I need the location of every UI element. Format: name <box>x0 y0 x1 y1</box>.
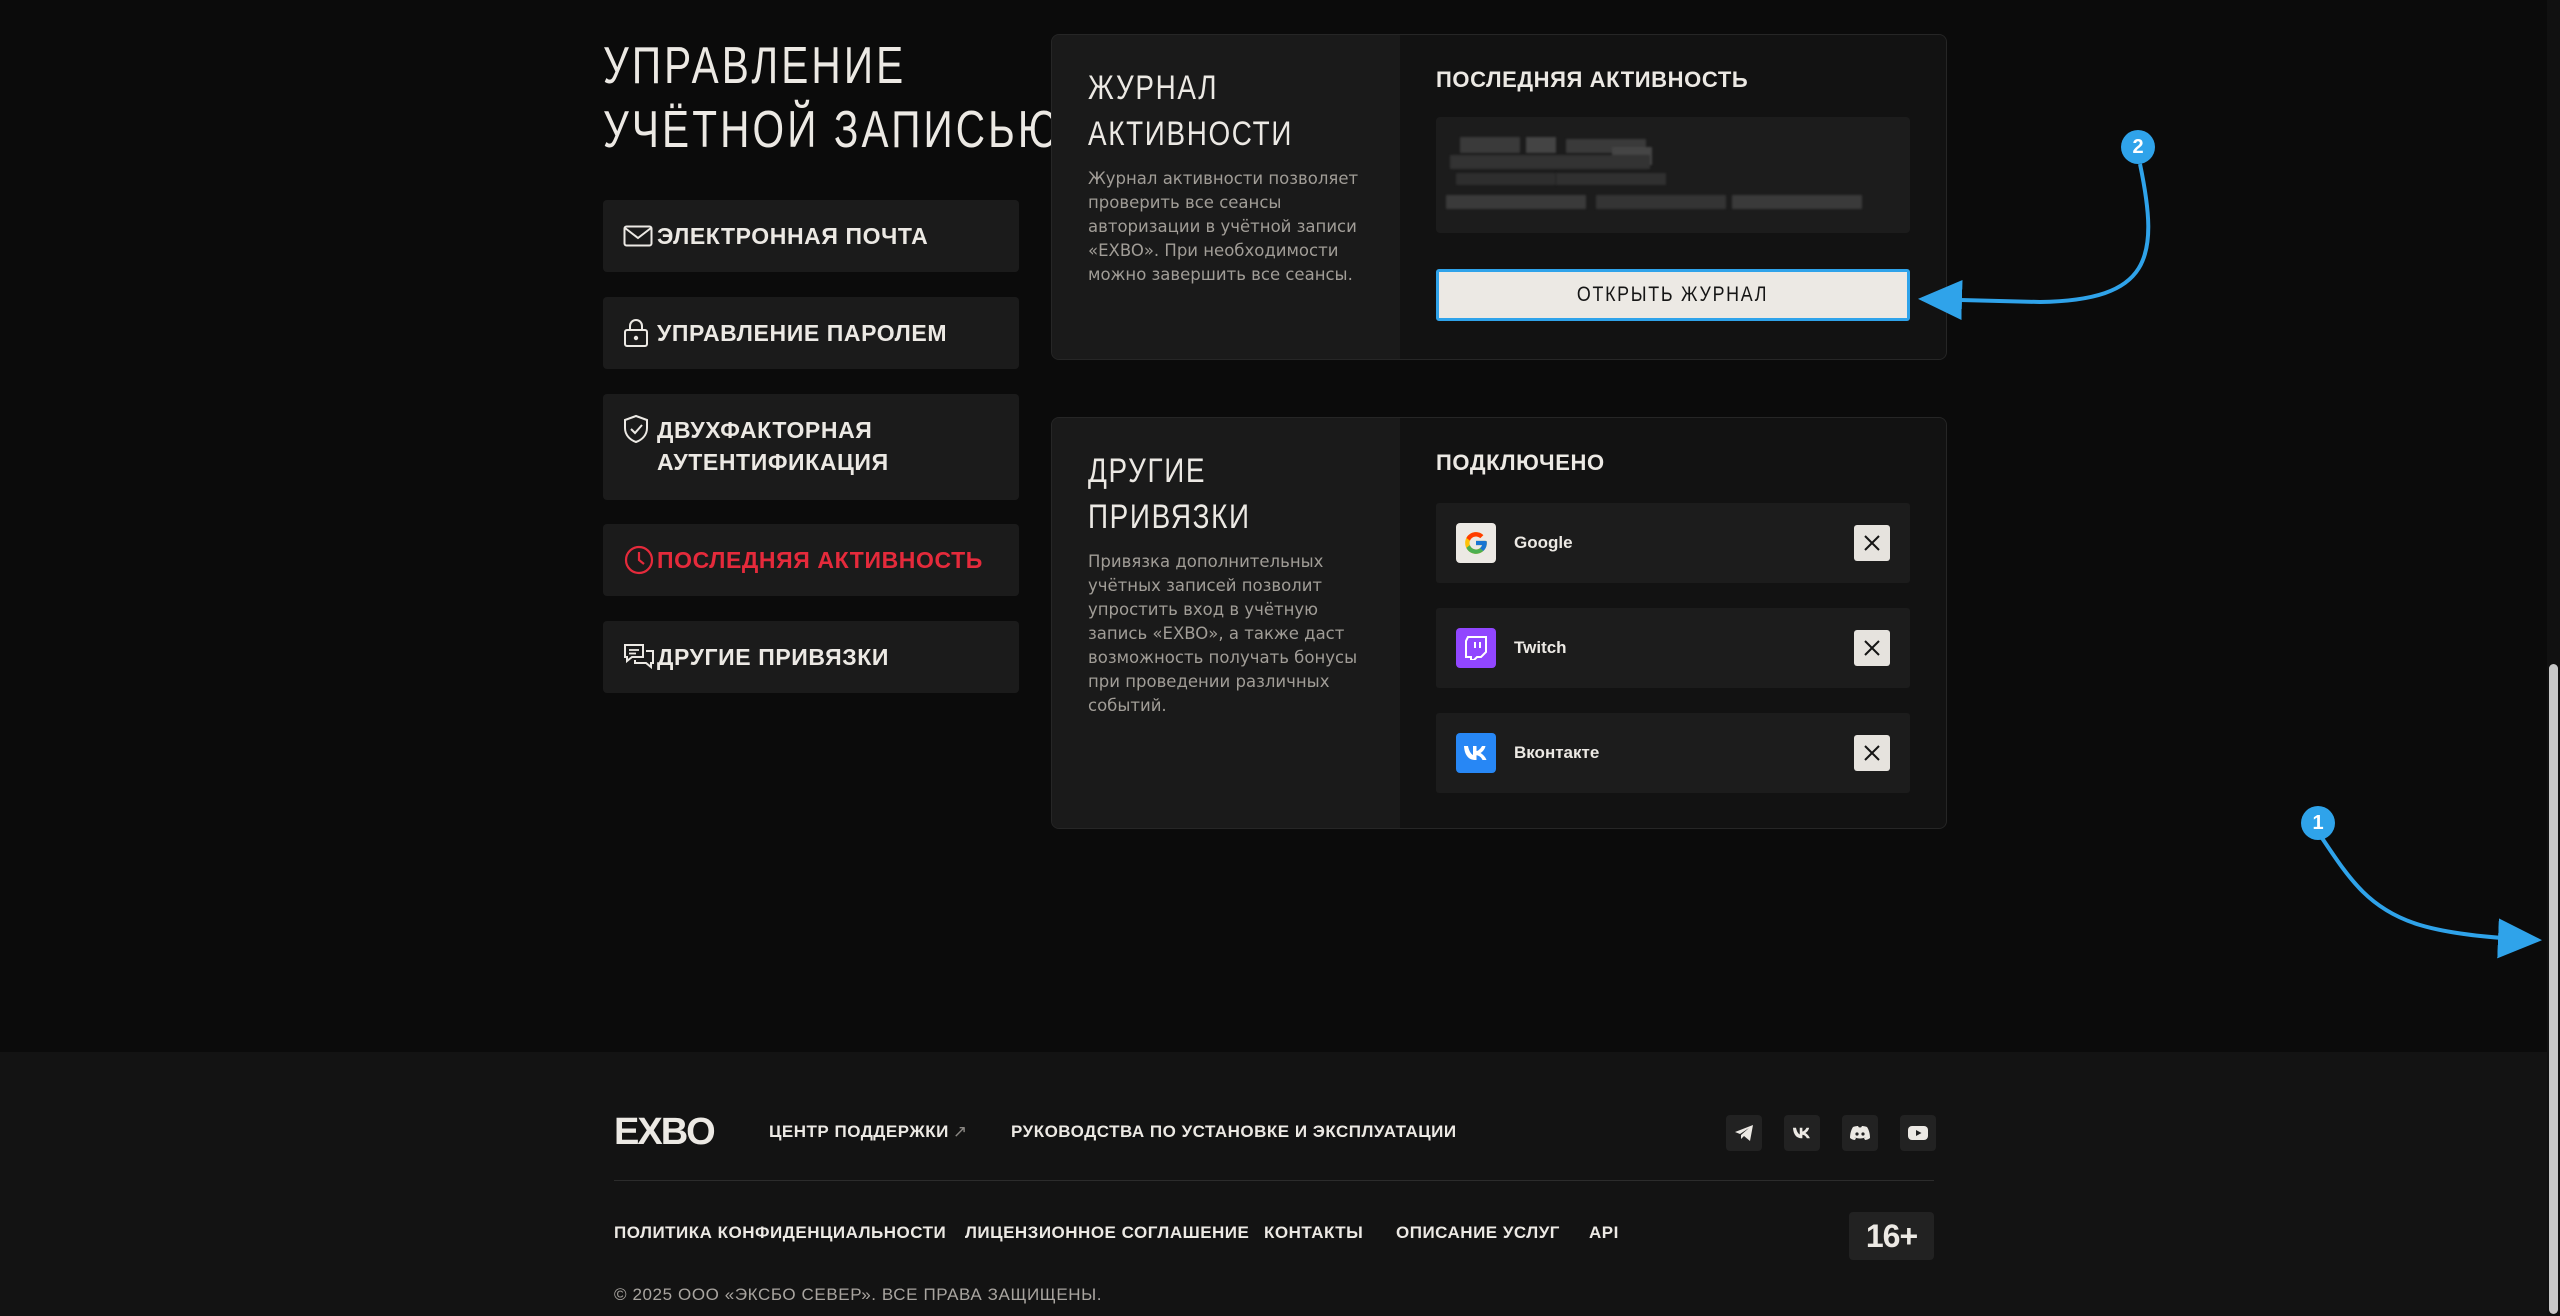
footer: EXBO ЦЕНТР ПОДДЕРЖКИ ↗ РУКОВОДСТВА ПО УСТ… <box>0 1052 2547 1316</box>
annotation-badge-2: 2 <box>2121 130 2155 164</box>
api-link[interactable]: API <box>1589 1223 1619 1243</box>
discord-icon[interactable] <box>1842 1115 1878 1151</box>
support-center-link[interactable]: ЦЕНТР ПОДДЕРЖКИ ↗ <box>769 1122 968 1142</box>
age-rating-badge: 16+ <box>1849 1212 1934 1260</box>
license-agreement-link[interactable]: ЛИЦЕНЗИОННОЕ СОГЛАШЕНИЕ <box>965 1223 1249 1243</box>
telegram-icon[interactable] <box>1726 1115 1762 1151</box>
annotation-arrow-1 <box>2320 836 2542 959</box>
page-scrollbar[interactable] <box>2547 0 2560 1316</box>
vk-social-icon[interactable] <box>1784 1115 1820 1151</box>
guides-link[interactable]: РУКОВОДСТВА ПО УСТАНОВКЕ И ЭКСПЛУАТАЦИИ <box>1011 1122 1457 1142</box>
exbo-logo[interactable]: EXBO <box>614 1111 722 1153</box>
support-center-link-label: ЦЕНТР ПОДДЕРЖКИ <box>769 1122 949 1141</box>
external-link-icon: ↗ <box>952 1122 968 1141</box>
youtube-icon[interactable] <box>1900 1115 1936 1151</box>
contacts-link[interactable]: КОНТАКТЫ <box>1264 1223 1363 1243</box>
scrollbar-thumb[interactable] <box>2549 664 2558 1314</box>
annotation-badge-1: 1 <box>2301 806 2335 840</box>
services-description-link[interactable]: ОПИСАНИЕ УСЛУГ <box>1396 1223 1560 1243</box>
privacy-policy-link[interactable]: ПОЛИТИКА КОНФИДЕНЦИАЛЬНОСТИ <box>614 1223 946 1243</box>
svg-text:EXBO: EXBO <box>614 1112 714 1148</box>
footer-divider <box>614 1180 1934 1181</box>
copyright-text: © 2025 ООО «ЭКСБО СЕВЕР». ВСЕ ПРАВА ЗАЩИ… <box>614 1285 1103 1304</box>
annotation-arrow-2 <box>1918 163 2151 321</box>
